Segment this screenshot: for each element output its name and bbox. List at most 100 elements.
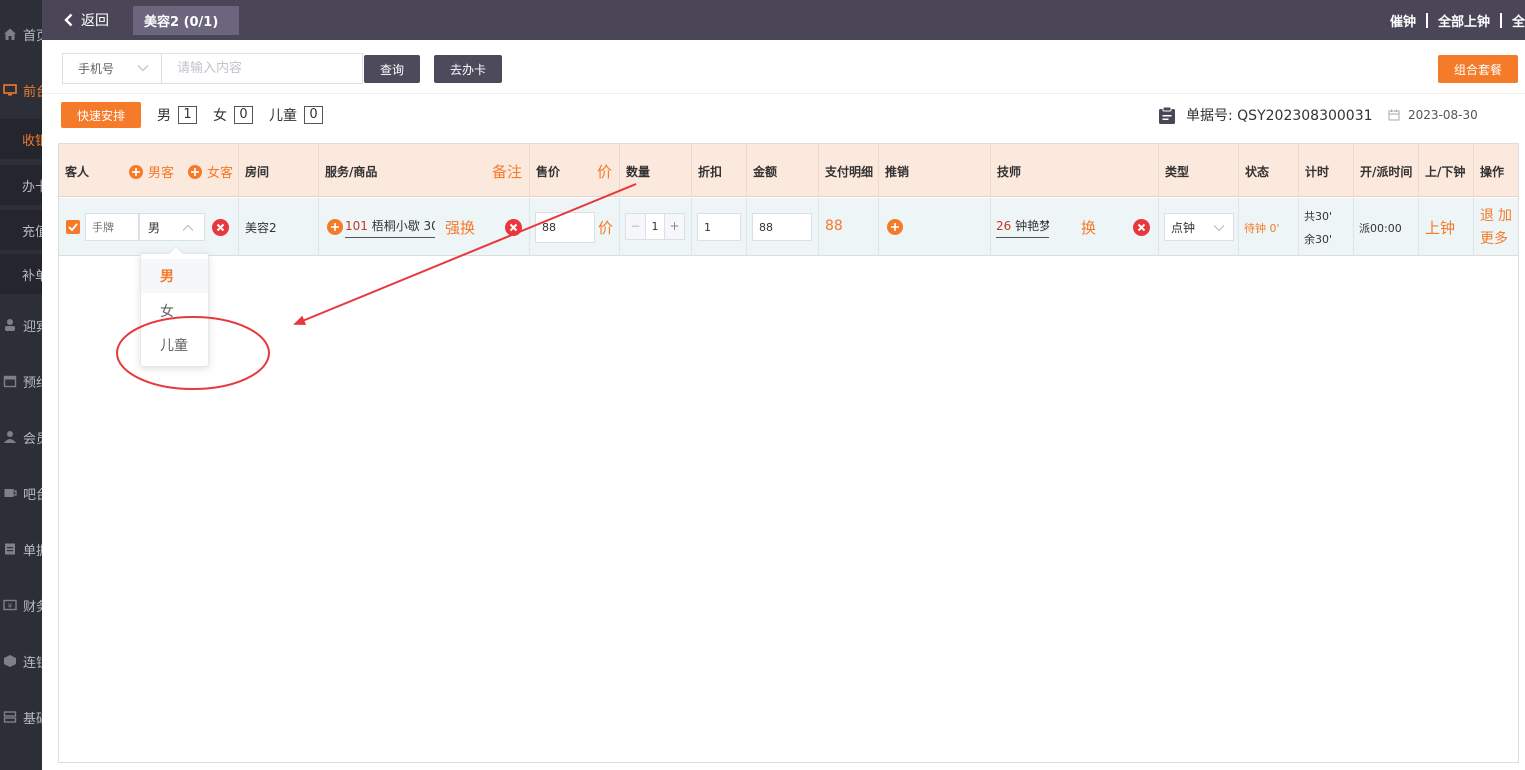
divider bbox=[42, 93, 1525, 94]
query-button[interactable]: 查询 bbox=[364, 55, 420, 83]
sidebar-sub-card[interactable]: 办卡 bbox=[0, 165, 42, 205]
sidebar-item-bar[interactable]: 吧台 bbox=[0, 473, 42, 513]
qty-stepper[interactable]: − 1 + bbox=[625, 213, 685, 240]
add-button[interactable]: 加 bbox=[1498, 205, 1512, 225]
timer-left: 余30' bbox=[1304, 233, 1333, 246]
type-select[interactable]: 点钟 bbox=[1164, 213, 1234, 241]
search-type-select[interactable]: 手机号 bbox=[62, 53, 162, 84]
separator bbox=[1499, 12, 1502, 28]
start-clock-button[interactable]: 上钟 bbox=[1425, 217, 1455, 238]
remove-tech-icon[interactable] bbox=[1133, 219, 1150, 236]
sidebar-sub-cashier[interactable]: 收银 bbox=[0, 119, 42, 159]
td-onoff: 上钟 bbox=[1419, 198, 1474, 256]
sidebar-item-welcome[interactable]: 迎宾 bbox=[0, 305, 42, 345]
force-change-button[interactable]: 强换 bbox=[445, 217, 475, 238]
server-icon bbox=[3, 711, 17, 723]
price-icon[interactable]: 价 bbox=[598, 217, 613, 238]
person-icon bbox=[5, 319, 15, 331]
refund-button[interactable]: 退 bbox=[1480, 205, 1494, 225]
gender-select[interactable]: 男 bbox=[139, 213, 205, 241]
plus-circle-icon bbox=[129, 164, 143, 179]
add-female-button[interactable]: 女客 bbox=[188, 162, 233, 181]
sidebar-item-frontdesk[interactable]: 前台 bbox=[0, 70, 42, 110]
tech-name: 钟艳梦 bbox=[1015, 219, 1049, 233]
remove-service-icon[interactable] bbox=[505, 219, 522, 236]
chevron-left-icon bbox=[64, 13, 73, 27]
urge-clock-button[interactable]: 催钟 bbox=[1390, 11, 1416, 30]
sidebar-item-member[interactable]: 会员 bbox=[0, 417, 42, 457]
th-qty: 数量 bbox=[620, 144, 692, 197]
open-time: 派00:00 bbox=[1359, 222, 1402, 235]
dropdown-option-female[interactable]: 女 bbox=[141, 294, 208, 328]
chevron-down-icon bbox=[137, 65, 149, 72]
service-name: 梧桐小歇 30' bbox=[371, 219, 435, 233]
type-value: 点钟 bbox=[1171, 220, 1196, 235]
more-button[interactable]: 更多 bbox=[1480, 228, 1508, 248]
top-bar: 返回 美容2 (0/1) 催钟 全部上钟 全 bbox=[42, 0, 1525, 40]
price-input[interactable]: 88 bbox=[535, 212, 595, 243]
male-count[interactable]: 1 bbox=[178, 106, 197, 124]
discount-input[interactable]: 1 bbox=[697, 213, 741, 241]
all-button[interactable]: 全 bbox=[1512, 11, 1525, 30]
plate-input[interactable] bbox=[85, 213, 139, 241]
add-promo-icon[interactable] bbox=[887, 219, 903, 235]
sidebar-item-label: 预约 bbox=[23, 375, 42, 391]
dropdown-option-child[interactable]: 儿童 bbox=[141, 328, 208, 362]
sidebar-sub-label: 补单 bbox=[22, 268, 42, 284]
monitor-icon bbox=[3, 84, 17, 96]
clipboard-icon bbox=[1159, 106, 1175, 124]
sidebar-sub-label: 收银 bbox=[22, 133, 42, 149]
status-badge: 待钟 0' bbox=[1244, 222, 1280, 235]
search-bar: 手机号 bbox=[62, 53, 363, 84]
add-male-button[interactable]: 男客 bbox=[129, 162, 174, 181]
add-male-label: 男客 bbox=[148, 166, 175, 181]
pay-amount[interactable]: 88 bbox=[825, 218, 843, 234]
remark-button[interactable]: 备注 bbox=[492, 161, 522, 182]
all-start-button[interactable]: 全部上钟 bbox=[1438, 11, 1490, 30]
td-discount: 1 bbox=[692, 198, 747, 256]
sidebar-item-label: 吧台 bbox=[23, 487, 42, 503]
money-icon: ¥ bbox=[3, 599, 17, 611]
th-type: 类型 bbox=[1159, 144, 1239, 197]
td-service: 101 梧桐小歇 30' 强换 bbox=[319, 198, 530, 256]
cup-icon bbox=[4, 489, 17, 497]
price-icon[interactable]: 价 bbox=[597, 161, 612, 182]
th-timer: 计时 bbox=[1299, 144, 1354, 197]
child-count[interactable]: 0 bbox=[304, 106, 323, 124]
td-promo bbox=[879, 198, 991, 256]
service-item[interactable]: 101 梧桐小歇 30' bbox=[345, 217, 435, 238]
sidebar-sub-recharge[interactable]: 充值 bbox=[0, 210, 42, 250]
cube-icon bbox=[4, 655, 16, 667]
qty-value[interactable]: 1 bbox=[646, 214, 664, 239]
add-service-icon[interactable] bbox=[327, 219, 343, 235]
sidebar-item-booking[interactable]: 预约 bbox=[0, 361, 42, 401]
dropdown-option-male[interactable]: 男 bbox=[141, 259, 208, 293]
sidebar-item-home[interactable]: 首页 bbox=[0, 14, 42, 54]
room-tab[interactable]: 美容2 (0/1) bbox=[133, 6, 239, 35]
sidebar-item-finance[interactable]: ¥ 财务 bbox=[0, 585, 42, 625]
plus-icon[interactable]: + bbox=[664, 214, 684, 239]
female-count[interactable]: 0 bbox=[234, 106, 253, 124]
th-status: 状态 bbox=[1239, 144, 1299, 197]
amount-input[interactable]: 88 bbox=[752, 213, 812, 241]
change-tech-button[interactable]: 换 bbox=[1081, 217, 1096, 238]
sidebar-item-chain[interactable]: 连锁 bbox=[0, 641, 42, 681]
separator bbox=[1425, 12, 1428, 28]
date-text: 2023-08-30 bbox=[1408, 108, 1478, 122]
date-display[interactable]: 2023-08-30 bbox=[1388, 104, 1478, 126]
search-input[interactable] bbox=[162, 53, 363, 84]
remove-guest-icon[interactable] bbox=[212, 219, 229, 236]
minus-icon[interactable]: − bbox=[626, 214, 646, 239]
tech-item[interactable]: 26 钟艳梦 bbox=[996, 217, 1049, 238]
combo-package-button[interactable]: 组合套餐 bbox=[1438, 55, 1518, 83]
row-checkbox[interactable] bbox=[66, 220, 80, 234]
th-guest-label: 客人 bbox=[65, 165, 90, 179]
th-promo: 推销 bbox=[879, 144, 991, 197]
go-card-button[interactable]: 去办卡 bbox=[434, 55, 502, 83]
back-button[interactable]: 返回 bbox=[64, 0, 109, 40]
th-onoff: 上/下钟 bbox=[1419, 144, 1474, 197]
sidebar-item-bills[interactable]: 单据 bbox=[0, 529, 42, 569]
quick-arrange-button[interactable]: 快速安排 bbox=[61, 102, 141, 128]
sidebar-sub-makeup[interactable]: 补单 bbox=[0, 254, 42, 294]
sidebar-item-basic[interactable]: 基础 bbox=[0, 697, 42, 737]
